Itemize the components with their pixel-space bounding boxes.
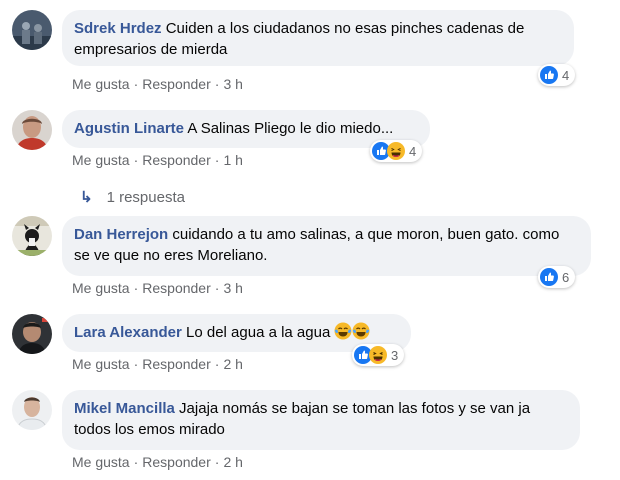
comment-text: Lo del agua a la agua [186,324,331,341]
like-link[interactable]: Me gusta [72,356,130,372]
comment-text: A Salinas Pliego le dio miedo... [187,120,394,137]
comment-author[interactable]: Agustin Linarte [74,120,184,137]
reply-link[interactable]: Responder [142,152,211,168]
reply-link[interactable]: Responder [142,356,211,372]
separator: · [133,356,139,372]
reaction-count: 6 [562,269,570,285]
like-link[interactable]: Me gusta [72,152,130,168]
like-link[interactable]: Me gusta [72,454,130,470]
reply-link[interactable]: Responder [142,454,211,470]
laughing-tears-icon [352,322,370,340]
reaction-summary[interactable]: 3 [352,344,405,366]
reply-link[interactable]: Responder [142,280,211,296]
separator: · [133,152,139,168]
separator: · [214,152,220,168]
comment-bubble: Sdrek Hrdez Cuiden a los ciudadanos no e… [62,10,574,66]
separator: · [133,76,139,92]
reaction-count: 4 [409,143,417,159]
reaction-count: 4 [562,67,570,83]
avatar[interactable] [12,216,52,256]
separator: · [214,76,220,92]
avatar[interactable] [12,314,52,354]
timestamp[interactable]: 2 h [223,356,242,372]
reply-link[interactable]: Responder [142,76,211,92]
avatar[interactable] [12,110,52,150]
reaction-summary[interactable]: 4 [538,64,576,86]
haha-icon [387,142,405,160]
separator: · [133,280,139,296]
comment-author[interactable]: Lara Alexander [74,324,182,341]
comment-bubble: Mikel Mancilla Jajaja nomás se bajan se … [62,390,580,450]
laughing-tears-icon [334,322,352,340]
replies-count-label[interactable]: 1 respuesta [107,189,185,206]
comment-actions: Me gusta · Responder · 3 h [72,280,243,296]
separator: · [214,356,220,372]
comment-actions: Me gusta · Responder · 3 h [72,76,243,92]
comment-actions: Me gusta · Responder · 1 h [72,152,243,168]
comment-actions: Me gusta · Responder · 2 h [72,356,243,372]
reply-arrow-icon: ↳ [80,189,93,206]
like-icon [540,268,558,286]
reaction-summary[interactable]: 4 [370,140,423,162]
comment-bubble: Dan Herrejon cuidando a tu amo salinas, … [62,216,591,276]
comment-author[interactable]: Dan Herrejon [74,226,168,243]
timestamp[interactable]: 3 h [223,76,242,92]
view-replies-link[interactable]: ↳ 1 respuesta [80,188,185,206]
timestamp[interactable]: 3 h [223,280,242,296]
like-icon [540,66,558,84]
haha-icon [369,346,387,364]
like-link[interactable]: Me gusta [72,280,130,296]
avatar[interactable] [12,390,52,430]
comment-author[interactable]: Mikel Mancilla [74,400,175,417]
timestamp[interactable]: 2 h [223,454,242,470]
separator: · [133,454,139,470]
separator: · [214,454,220,470]
avatar[interactable] [12,10,52,50]
timestamp[interactable]: 1 h [223,152,242,168]
comment-actions: Me gusta · Responder · 2 h [72,454,243,470]
like-link[interactable]: Me gusta [72,76,130,92]
separator: · [214,280,220,296]
reaction-count: 3 [391,347,399,363]
reaction-summary[interactable]: 6 [538,266,576,288]
comment-author[interactable]: Sdrek Hrdez [74,20,162,37]
